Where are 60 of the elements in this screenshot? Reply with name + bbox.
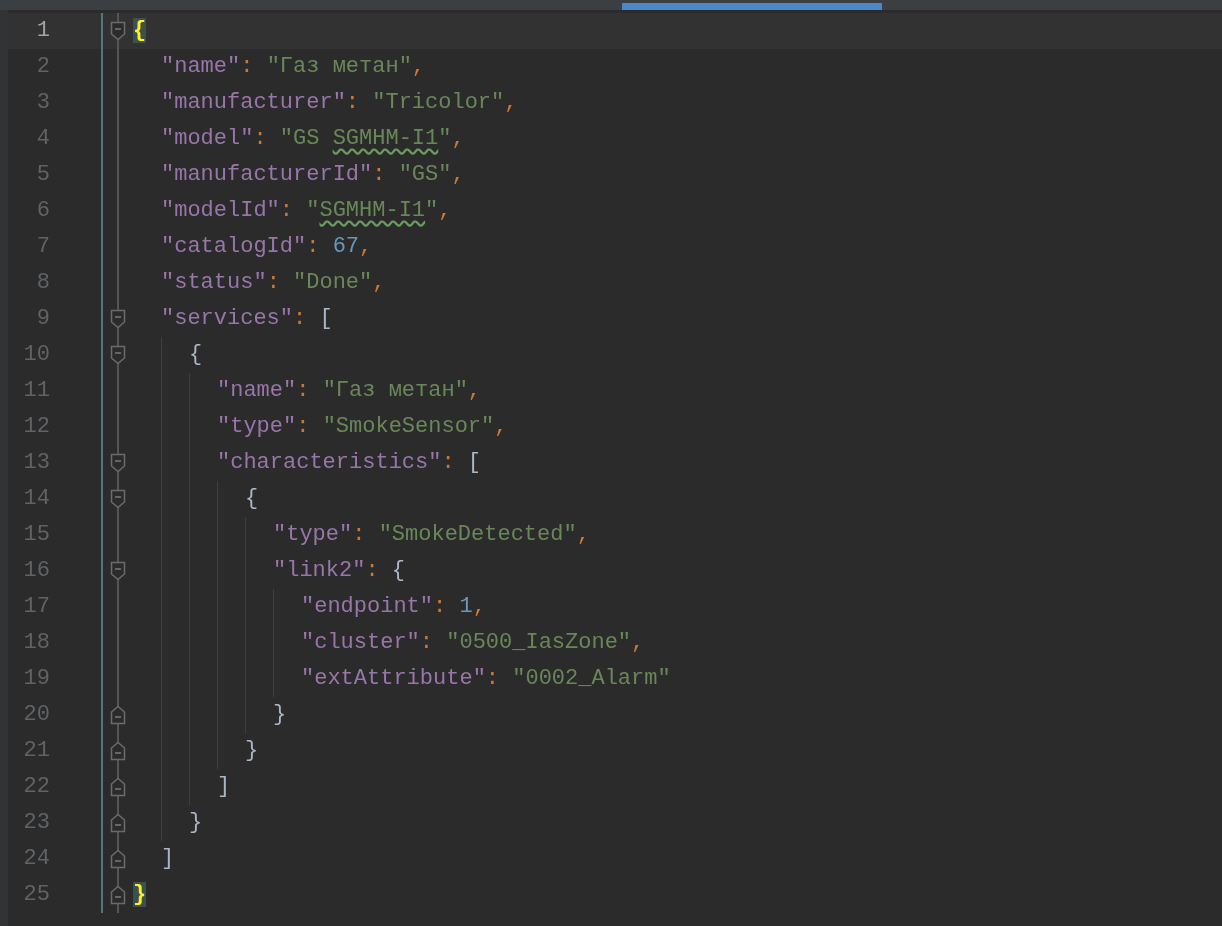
line-number: 22	[22, 773, 50, 801]
fold-icon[interactable]	[110, 453, 126, 473]
code-line: "type": "SmokeSensor",	[217, 413, 508, 441]
code-line: "link2": {	[273, 557, 406, 585]
fold-icon[interactable]	[110, 561, 126, 581]
code-line: "cluster": "0500_IasZone",	[301, 629, 645, 657]
fold-icon[interactable]	[110, 777, 126, 797]
fold-icon[interactable]	[110, 21, 126, 41]
code-line: "model": "GS SGMHM-I1",	[161, 125, 465, 153]
code-line: "catalogId": 67,	[161, 233, 373, 261]
line-number: 7	[35, 233, 50, 261]
fold-icon[interactable]	[110, 345, 126, 365]
code-line: "extAttribute": "0002_Alarm"	[301, 665, 671, 693]
line-number: 25	[22, 881, 50, 909]
fold-icon[interactable]	[110, 309, 126, 329]
code-line: ]	[217, 773, 231, 801]
fold-icon[interactable]	[110, 849, 126, 869]
line-number: 16	[22, 557, 50, 585]
line-number: 21	[22, 737, 50, 765]
line-number: 23	[22, 809, 50, 837]
code-line: {	[189, 341, 203, 369]
fold-icon[interactable]	[110, 489, 126, 509]
code-line: ]	[161, 845, 175, 873]
line-number: 15	[22, 521, 50, 549]
code-line: "status": "Done",	[161, 269, 386, 297]
code-line: "manufacturerId": "GS",	[161, 161, 465, 189]
fold-icon[interactable]	[110, 885, 126, 905]
code-line: }	[189, 809, 203, 837]
code-line: {	[245, 485, 259, 513]
code-line: }	[245, 737, 259, 765]
line-number: 17	[22, 593, 50, 621]
fold-icon[interactable]	[110, 741, 126, 761]
line-number: 10	[22, 341, 50, 369]
code-line: "endpoint": 1,	[301, 593, 486, 621]
code-line: "modelId": "SGMHM-I1",	[161, 197, 452, 225]
line-number: 13	[22, 449, 50, 477]
line-number: 3	[35, 89, 50, 117]
code-line: "name": "Газ метан",	[217, 377, 482, 405]
line-number: 14	[22, 485, 50, 513]
line-number: 5	[35, 161, 50, 189]
code-line: "services": [	[161, 305, 333, 333]
fold-icon[interactable]	[110, 813, 126, 833]
line-number: 4	[35, 125, 50, 153]
line-number: 8	[35, 269, 50, 297]
code-line: "characteristics": [	[217, 449, 482, 477]
line-number: 18	[22, 629, 50, 657]
line-number: 19	[22, 665, 50, 693]
code-line: "manufacturer": "Tricolor",	[161, 89, 518, 117]
line-number: 24	[22, 845, 50, 873]
line-number: 6	[35, 197, 50, 225]
line-number: 12	[22, 413, 50, 441]
line-number: 2	[35, 53, 50, 81]
line-number: 9	[35, 305, 50, 333]
line-number: 1	[35, 17, 50, 45]
code-line: "name": "Газ метан",	[161, 53, 426, 81]
line-number: 20	[22, 701, 50, 729]
code-line: }	[273, 701, 287, 729]
fold-icon[interactable]	[110, 705, 126, 725]
line-number: 11	[22, 377, 50, 405]
code-line: "type": "SmokeDetected",	[273, 521, 590, 549]
